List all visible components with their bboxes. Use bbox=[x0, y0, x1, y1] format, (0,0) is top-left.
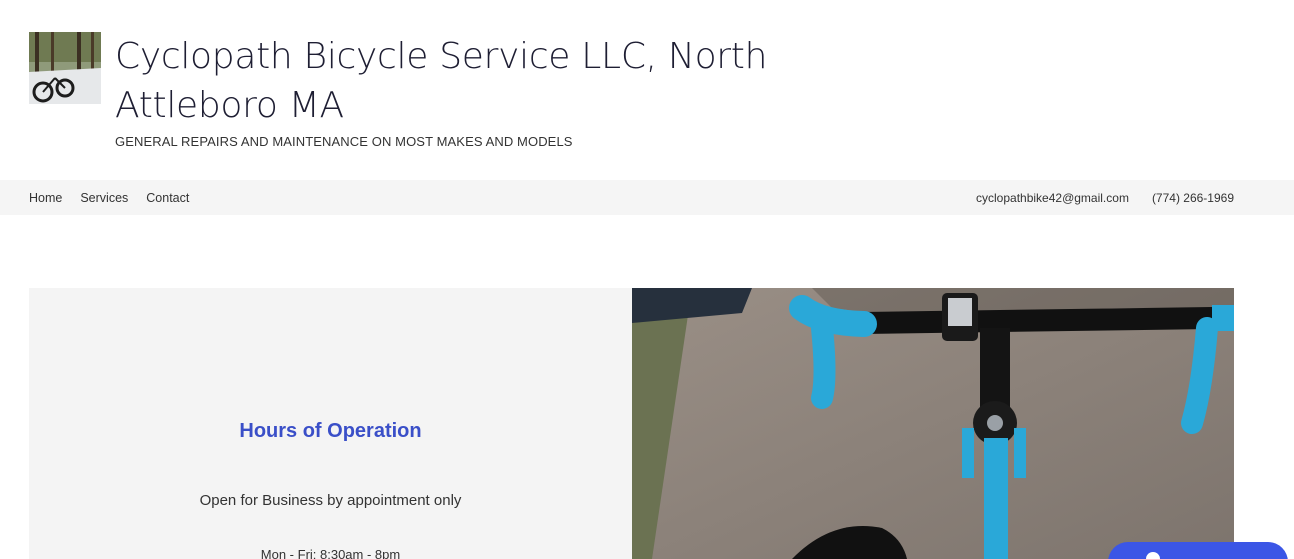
email-link[interactable]: cyclopathbike42@gmail.com bbox=[976, 191, 1129, 205]
logo-image[interactable] bbox=[29, 32, 101, 104]
phone-link[interactable]: (774) 266-1969 bbox=[1152, 191, 1234, 205]
hours-times: Mon - Fri: 8:30am - 8pm bbox=[260, 547, 401, 559]
nav-link-contact[interactable]: Contact bbox=[146, 191, 189, 205]
nav-links: Home Services Contact bbox=[29, 180, 189, 215]
site-tagline: GENERAL REPAIRS AND MAINTENANCE ON MOST … bbox=[115, 134, 573, 149]
nav-contact-info: cyclopathbike42@gmail.com (774) 266-1969 bbox=[976, 180, 1234, 215]
nav-link-services[interactable]: Services bbox=[80, 191, 128, 205]
hours-panel: Hours of Operation Open for Business by … bbox=[29, 288, 632, 559]
chat-icon bbox=[1146, 552, 1160, 559]
site-title[interactable]: Cyclopath Bicycle Service LLC, North Att… bbox=[115, 32, 875, 130]
chat-button[interactable] bbox=[1108, 542, 1288, 559]
nav-link-home[interactable]: Home bbox=[29, 191, 62, 205]
hero-photo bbox=[632, 288, 1234, 559]
main-content: Hours of Operation Open for Business by … bbox=[29, 288, 1234, 559]
site-header: Cyclopath Bicycle Service LLC, North Att… bbox=[0, 0, 1294, 180]
main-navbar: Home Services Contact cyclopathbike42@gm… bbox=[0, 180, 1294, 215]
hours-heading: Hours of Operation bbox=[239, 420, 422, 442]
appointment-note: Open for Business by appointment only bbox=[199, 492, 462, 509]
